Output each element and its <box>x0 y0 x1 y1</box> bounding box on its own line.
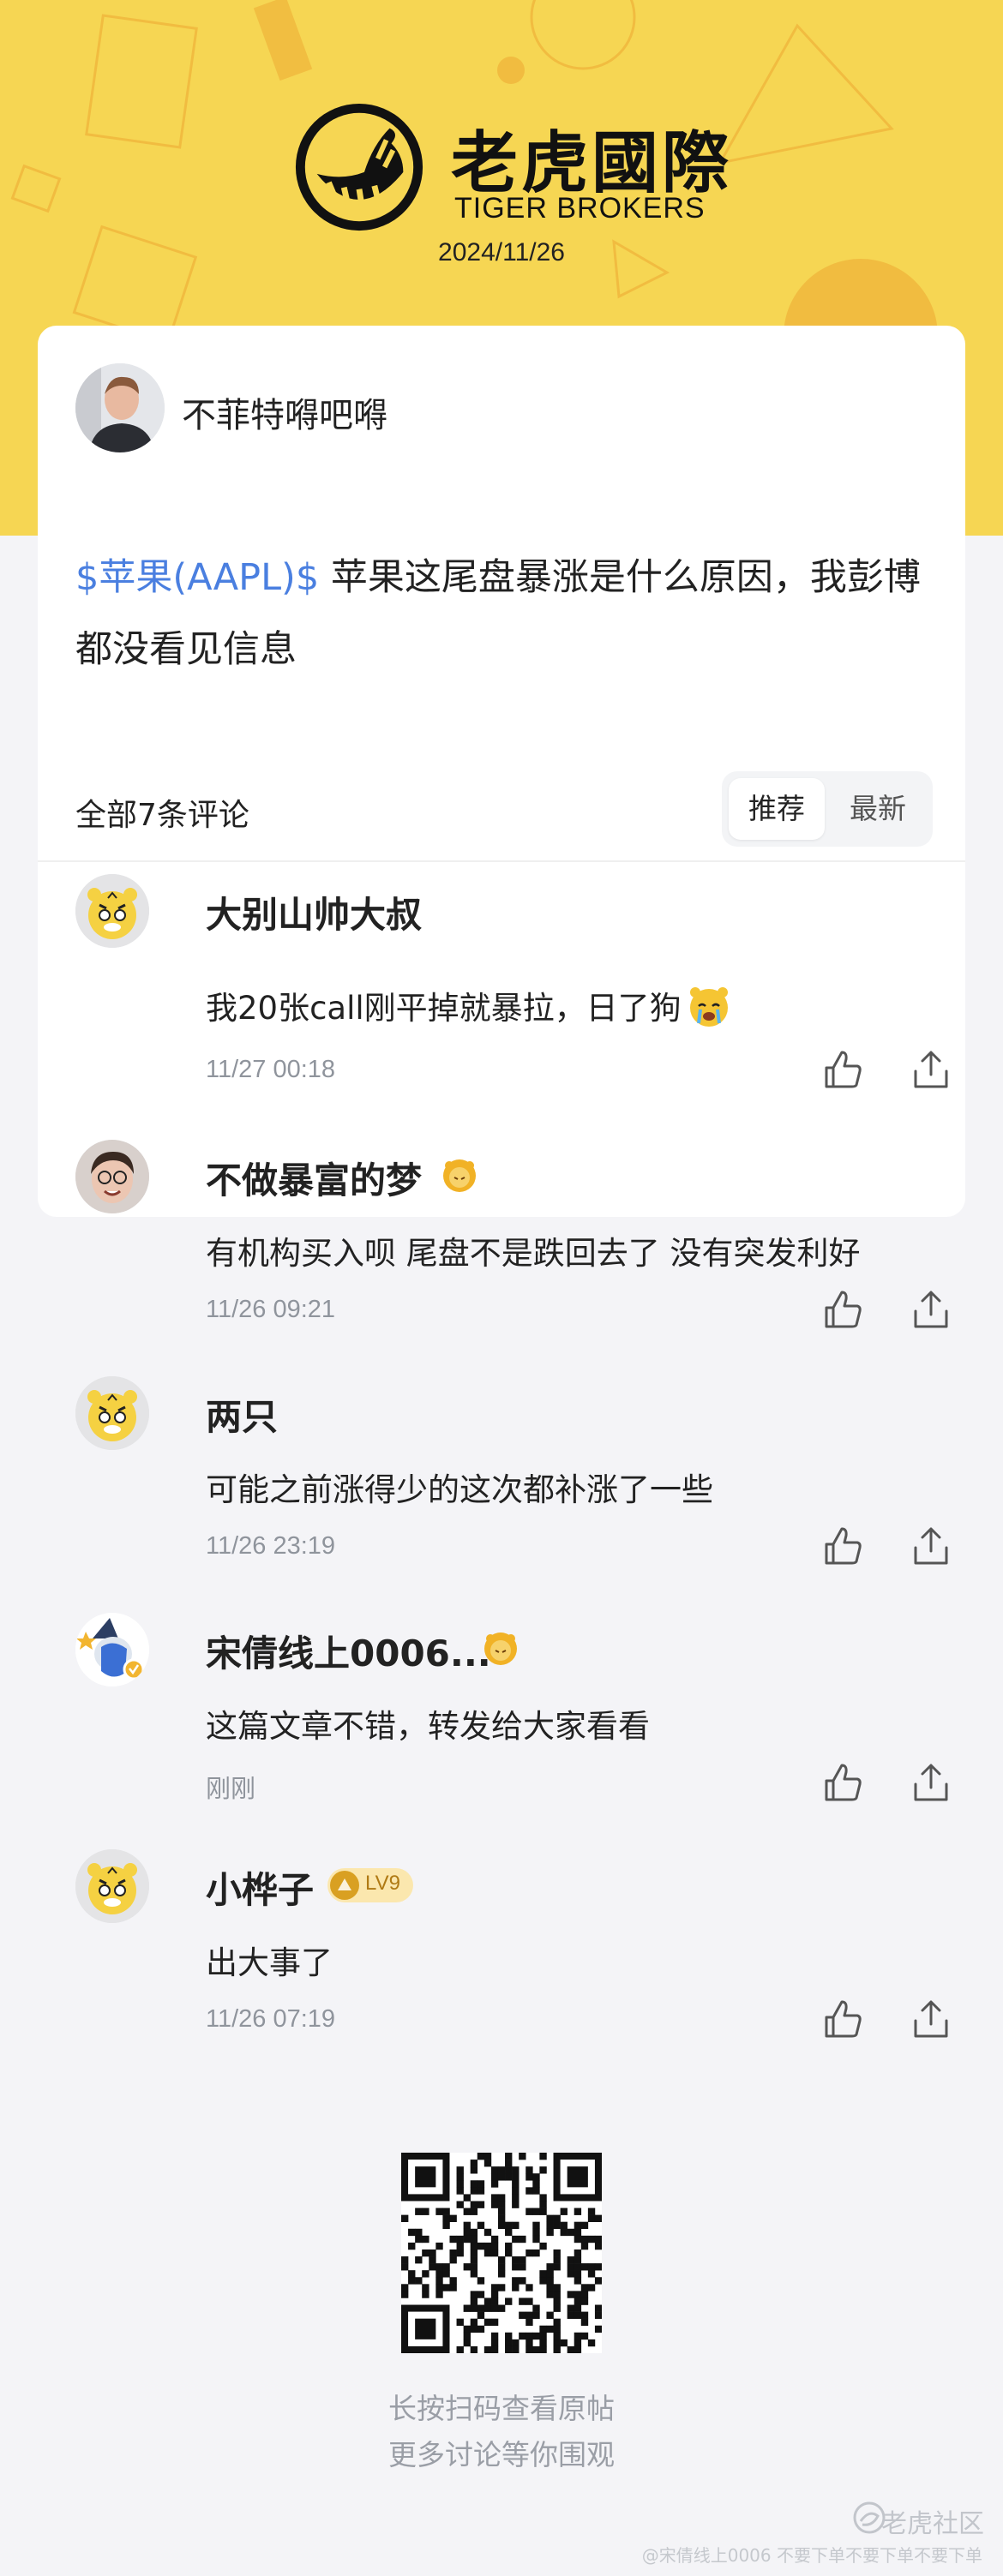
tiger-coin-badge-icon <box>443 1159 476 1192</box>
comment-time: 11/27 00:18 <box>206 1056 336 1083</box>
share-icon[interactable] <box>907 1045 955 1093</box>
ticker-link[interactable]: $苹果(AAPL)$ <box>75 556 319 599</box>
level-badge: LV9 <box>327 1868 413 1902</box>
watermark-user: @宋倩线上0006 不要下单不要下单不要下单 <box>641 2545 982 2566</box>
like-icon[interactable] <box>818 1285 866 1333</box>
comments-header: 全部7条评论 推荐 最新 <box>75 771 933 848</box>
brand-name-en: TIGER BROKERS <box>454 192 706 225</box>
comment-text: 出大事了 <box>206 1944 333 1981</box>
sort-latest-button[interactable]: 最新 <box>830 778 926 840</box>
author-name[interactable]: 不菲特嘚吧嘚 <box>182 387 387 437</box>
commenter-name[interactable]: 小桦子 <box>206 1861 314 1914</box>
comment-time: 刚刚 <box>206 1776 256 1803</box>
share-icon[interactable] <box>907 1285 955 1333</box>
post-content: $苹果(AAPL)$ 苹果这尾盘暴涨是什么原因，我彭博都没看见信息 <box>75 542 933 686</box>
comment-text: 有机构买入呗 尾盘不是跌回去了 没有突发利好 <box>206 1235 861 1272</box>
crying-emoji-icon <box>685 982 733 1038</box>
commenter-avatar[interactable] <box>75 1140 149 1213</box>
like-icon[interactable] <box>818 1995 866 2043</box>
share-icon[interactable] <box>907 1758 955 1806</box>
comment-text: 我20张call刚平掉就暴拉，日了狗 <box>206 982 733 1038</box>
sort-recommended-button[interactable]: 推荐 <box>729 778 825 840</box>
sort-toggle: 推荐 最新 <box>722 771 933 847</box>
commenter-name[interactable]: 不做暴富的梦 <box>206 1152 422 1204</box>
like-icon[interactable] <box>818 1045 866 1093</box>
share-icon[interactable] <box>907 1522 955 1570</box>
level-label: LV9 <box>365 1872 400 1895</box>
commenter-avatar[interactable] <box>75 1613 149 1686</box>
comment-time: 11/26 23:19 <box>206 1532 336 1560</box>
post-date: 2024/11/26 <box>438 238 565 267</box>
comment-text: 可能之前涨得少的这次都补涨了一些 <box>206 1471 713 1508</box>
comment-item: 不做暴富的梦 有机构买入呗 尾盘不是跌回去了 没有突发利好 11/26 09:2… <box>75 1140 948 1328</box>
post-card: 不菲特嘚吧嘚 $苹果(AAPL)$ 苹果这尾盘暴涨是什么原因，我彭博都没看见信息… <box>38 326 965 2038</box>
commenter-name[interactable]: 大别山帅大叔 <box>206 886 422 938</box>
level-icon <box>330 1871 359 1900</box>
commenter-name[interactable]: 宋倩线上0006... <box>206 1625 491 1677</box>
commenter-avatar[interactable] <box>75 1376 149 1450</box>
tiger-logo-icon <box>295 103 423 231</box>
comment-item: 两只 可能之前涨得少的这次都补涨了一些 11/26 23:19 <box>75 1376 948 1565</box>
qr-code[interactable] <box>401 2153 602 2353</box>
like-icon[interactable] <box>818 1522 866 1570</box>
brand-lockup: 老虎國際 TIGER BROKERS <box>291 99 737 245</box>
share-icon[interactable] <box>907 1995 955 2043</box>
comment-item: 大别山帅大叔 我20张call刚平掉就暴拉，日了狗 11/27 00:18 <box>75 874 948 1097</box>
discussion-hint: 更多讨论等你围观 <box>388 2438 615 2471</box>
commenter-avatar[interactable] <box>75 874 149 948</box>
divider <box>38 860 965 862</box>
comment-item: 宋倩线上0006... 这篇文章不错，转发给大家看看 刚刚 <box>75 1613 948 1803</box>
author-avatar[interactable] <box>75 363 165 452</box>
comment-text: 这篇文章不错，转发给大家看看 <box>206 1708 650 1745</box>
scan-hint: 长按扫码查看原帖 <box>388 2392 615 2425</box>
commenter-avatar[interactable] <box>75 1849 149 1923</box>
comment-time: 11/26 09:21 <box>206 1296 336 1323</box>
comment-item: 小桦子 LV9 出大事了 11/26 07:19 <box>75 1849 948 2038</box>
tiger-coin-badge-icon <box>484 1632 517 1665</box>
watermark: 老虎社区 <box>881 2509 984 2539</box>
comment-time: 11/26 07:19 <box>206 2005 336 2033</box>
commenter-name[interactable]: 两只 <box>206 1388 278 1441</box>
like-icon[interactable] <box>818 1758 866 1806</box>
comments-count: 全部7条评论 <box>75 798 249 833</box>
share-poster: 老虎國際 TIGER BROKERS 2024/11/26 不菲特嘚吧嘚 $苹果… <box>0 0 1003 2576</box>
